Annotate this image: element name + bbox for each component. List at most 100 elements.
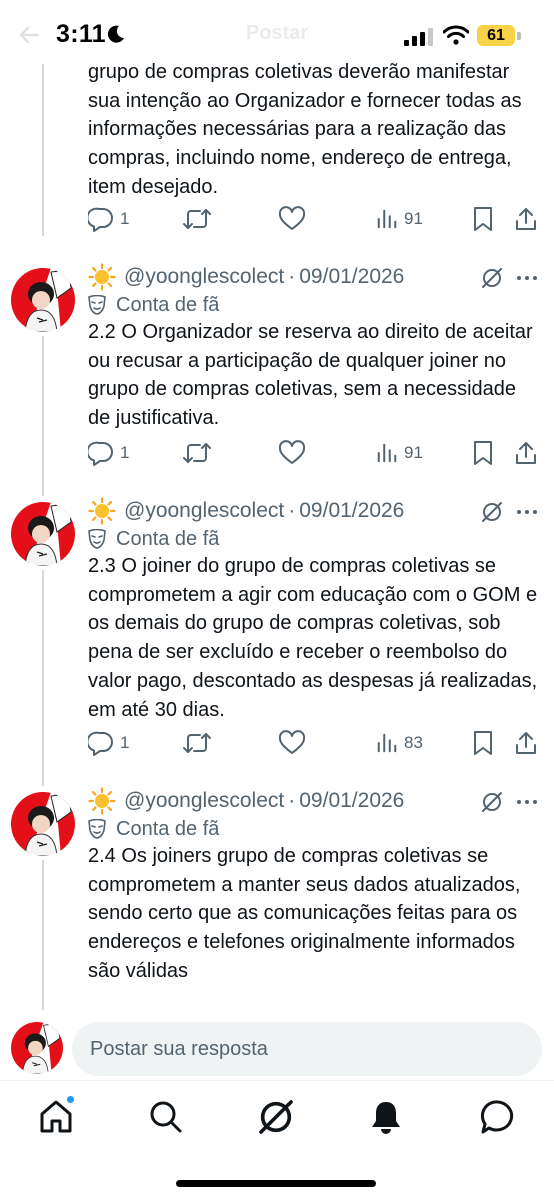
post-actions: 1 91 (88, 438, 540, 468)
tab-notifications[interactable] (366, 1097, 406, 1137)
share-icon (514, 206, 538, 232)
views-icon (376, 442, 398, 464)
post-actions: 1 91 (88, 204, 540, 234)
reply-input[interactable]: Postar sua resposta (72, 1022, 542, 1076)
reply-icon (88, 730, 114, 756)
grok-icon (259, 1100, 293, 1134)
reply-count: 1 (120, 733, 130, 752)
grok-icon[interactable] (480, 790, 504, 814)
like-button[interactable] (278, 204, 306, 234)
repost-icon (182, 440, 212, 466)
post-handle[interactable]: @yoonglescolect (124, 789, 284, 813)
reply-button[interactable]: 1 (88, 728, 129, 758)
grok-icon[interactable] (480, 266, 504, 290)
grok-icon[interactable] (480, 500, 504, 524)
thread-line (42, 64, 44, 236)
tab-messages[interactable] (478, 1097, 518, 1137)
bookmark-button[interactable] (472, 728, 494, 758)
reply-count: 1 (120, 443, 130, 462)
fan-account-label: Conta de fã (88, 526, 219, 552)
avatar[interactable] (11, 268, 75, 332)
post-text: grupo de compras coletivas deverão manif… (88, 61, 522, 198)
repost-button[interactable] (182, 728, 212, 758)
fan-label-text: Conta de fã (116, 293, 220, 316)
post-handle[interactable]: @yoonglescolect (124, 499, 284, 523)
repost-button[interactable] (182, 438, 212, 468)
views-icon (376, 732, 398, 754)
post-header: @yoonglescolect · 09/01/2026 (88, 786, 404, 816)
post-header: @yoonglescolect · 09/01/2026 (88, 262, 404, 292)
reply-button[interactable]: 1 (88, 204, 129, 234)
thread-line (42, 860, 44, 1010)
share-icon (514, 440, 538, 466)
home-indicator (176, 1180, 376, 1187)
share-button[interactable] (514, 204, 538, 234)
separator-dot: · (288, 789, 296, 812)
battery-cap (517, 32, 521, 40)
more-icon[interactable] (514, 500, 540, 524)
avatar[interactable] (11, 502, 75, 566)
battery-indicator: 61 (477, 25, 515, 46)
sun-emoji-icon (88, 787, 116, 815)
post-date[interactable]: 09/01/2026 (299, 499, 404, 523)
bookmark-icon (472, 206, 494, 232)
more-icon[interactable] (514, 266, 540, 290)
views-count: 83 (404, 733, 423, 752)
post-handle[interactable]: @yoonglescolect (124, 265, 284, 289)
my-avatar[interactable] (11, 1022, 63, 1074)
post-text: 2.4 Os joiners grupo de compras coletiva… (88, 845, 521, 982)
views-count: 91 (404, 443, 423, 462)
home-notification-dot (66, 1095, 75, 1104)
repost-icon (182, 730, 212, 756)
tab-grok[interactable] (256, 1097, 296, 1137)
share-button[interactable] (514, 438, 538, 468)
views-button[interactable]: 83 (376, 728, 423, 758)
views-icon (376, 208, 398, 230)
wifi-icon (443, 25, 469, 45)
signal-icon (404, 28, 433, 46)
sun-emoji-icon (88, 263, 116, 291)
separator-dot: · (288, 265, 296, 288)
reply-icon (88, 206, 114, 232)
notifications-icon (372, 1102, 400, 1134)
repost-icon (182, 206, 212, 232)
views-button[interactable]: 91 (376, 204, 423, 234)
like-icon (278, 440, 306, 466)
bookmark-icon (472, 730, 494, 756)
avatar[interactable] (11, 792, 75, 856)
bookmark-button[interactable] (472, 438, 494, 468)
views-button[interactable]: 91 (376, 438, 423, 468)
like-icon (278, 730, 306, 756)
post-header: @yoonglescolect · 09/01/2026 (88, 496, 404, 526)
like-button[interactable] (278, 728, 306, 758)
bookmark-button[interactable] (472, 204, 494, 234)
fan-mask-icon (88, 819, 106, 839)
share-icon (514, 730, 538, 756)
bookmark-icon (472, 440, 494, 466)
fan-label-text: Conta de fã (116, 527, 220, 550)
like-button[interactable] (278, 438, 306, 468)
sun-emoji-icon (88, 497, 116, 525)
fan-label-text: Conta de fã (116, 817, 220, 840)
more-icon[interactable] (514, 790, 540, 814)
reply-button[interactable]: 1 (88, 438, 129, 468)
tab-home[interactable] (36, 1095, 76, 1137)
post-text: 2.3 O joiner do grupo de compras coletiv… (88, 555, 538, 721)
tab-search[interactable] (146, 1097, 186, 1137)
fan-mask-icon (88, 529, 106, 549)
share-button[interactable] (514, 728, 538, 758)
messages-icon (480, 1100, 514, 1134)
repost-button[interactable] (182, 204, 212, 234)
reply-count: 1 (120, 209, 130, 228)
thread-line (42, 570, 44, 786)
moon-icon (107, 25, 124, 43)
separator-dot: · (288, 499, 296, 522)
post-text: 2.2 O Organizador se reserva ao direito … (88, 321, 533, 430)
status-time: 3:11 (56, 20, 106, 48)
reply-bar: Postar sua resposta (0, 1018, 554, 1080)
fan-mask-icon (88, 295, 106, 315)
post-date[interactable]: 09/01/2026 (299, 789, 404, 813)
post-actions: 1 83 (88, 728, 540, 758)
like-icon (278, 206, 306, 232)
post-date[interactable]: 09/01/2026 (299, 265, 404, 289)
